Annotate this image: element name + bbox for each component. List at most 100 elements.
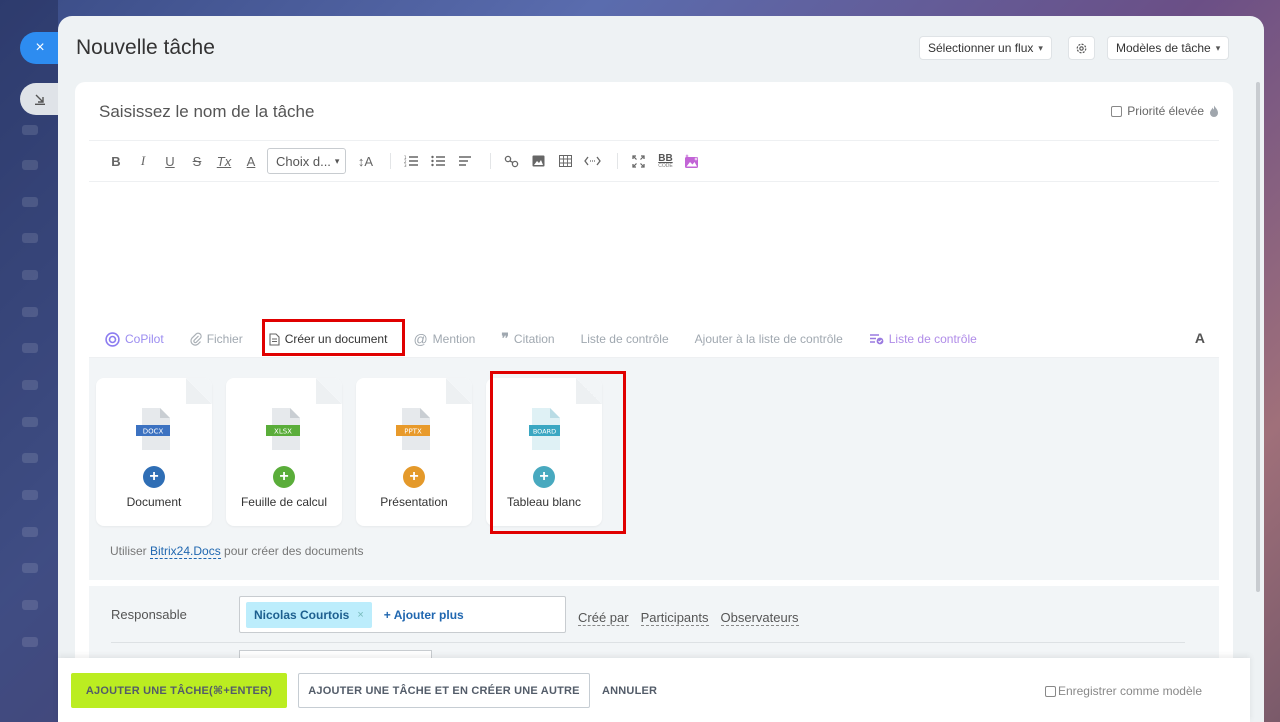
priority-toggle[interactable]: Priorité élevée <box>1111 104 1219 118</box>
ai-image-icon <box>685 153 699 168</box>
font-select[interactable]: Choix d... ▾ <box>267 148 347 174</box>
insert-link-button[interactable] <box>500 148 522 174</box>
fullscreen-button[interactable] <box>627 148 649 174</box>
tab-checklist[interactable]: Liste de contrôle <box>581 332 669 346</box>
checklist-icon <box>869 334 884 345</box>
expand-icon <box>632 154 645 168</box>
observers-link[interactable]: Observateurs <box>720 610 799 626</box>
font-size-button[interactable]: ↕A <box>354 148 376 174</box>
add-more-button[interactable]: + Ajouter plus <box>384 608 464 622</box>
background-icon <box>22 343 38 353</box>
tab-file-label: Fichier <box>206 332 243 346</box>
divider <box>89 140 1219 141</box>
background-icon <box>22 197 38 207</box>
insert-table-button[interactable] <box>554 148 576 174</box>
font-select-value: Choix d... <box>276 153 331 169</box>
minimize-slider-button[interactable] <box>20 83 60 115</box>
bitrix-docs-link[interactable]: Bitrix24.Docs <box>150 544 221 559</box>
bbcode-sublabel: CODE <box>658 162 673 169</box>
background-icon <box>22 527 38 537</box>
chevron-down-icon: ▾ <box>1215 42 1221 53</box>
paperclip-icon <box>190 332 202 346</box>
tab-quote[interactable]: ❞ Citation <box>501 331 554 348</box>
task-name-input[interactable] <box>99 102 999 122</box>
attachment-tabs: CoPilot Fichier Créer un document @ Ment… <box>105 326 1003 352</box>
priority-checkbox[interactable] <box>1111 105 1123 117</box>
scrollbar[interactable] <box>1256 82 1260 592</box>
presentation-label: Présentation <box>380 495 448 509</box>
tab-copilot[interactable]: CoPilot <box>105 331 164 347</box>
close-slider-button[interactable]: × <box>20 32 60 64</box>
text-color-button[interactable]: A <box>240 148 262 174</box>
document-label: Document <box>126 495 182 509</box>
plus-icon: + <box>273 466 295 488</box>
priority-label: Priorité élevée <box>1127 104 1204 118</box>
bbcode-button[interactable]: BB CODE <box>654 148 676 174</box>
responsible-selector[interactable]: Nicolas Courtois × + Ajouter plus <box>239 596 566 633</box>
background-icon <box>22 307 38 317</box>
highlight-create-document-tab <box>262 319 405 356</box>
participants-link[interactable]: Participants <box>640 610 709 626</box>
save-template-checkbox[interactable] <box>1044 685 1056 697</box>
align-button[interactable] <box>454 148 476 174</box>
clear-format-label: Tx <box>216 153 232 169</box>
responsible-chip[interactable]: Nicolas Courtois × <box>246 601 372 628</box>
underline-button[interactable]: U <box>159 148 181 174</box>
add-task-button[interactable]: AJOUTER UNE TÂCHE(⌘+ENTER) <box>71 673 287 708</box>
svg-text:3: 3 <box>404 163 407 167</box>
image-icon <box>532 155 545 167</box>
cancel-button[interactable]: ANNULER <box>602 685 657 697</box>
background-icon <box>22 600 38 610</box>
spreadsheet-label: Feuille de calcul <box>240 495 328 509</box>
save-as-template[interactable]: Enregistrer comme modèle <box>1044 684 1202 698</box>
tab-mention[interactable]: @ Mention <box>413 331 475 347</box>
xlsx-file-icon: XLSX <box>266 408 300 450</box>
docx-badge: DOCX <box>143 428 164 436</box>
background-icon <box>22 233 38 243</box>
tab-add-to-checklist[interactable]: Ajouter à la liste de contrôle <box>695 332 843 346</box>
remove-person-icon[interactable]: × <box>357 609 363 621</box>
ai-image-button[interactable] <box>681 148 703 174</box>
create-presentation-card[interactable]: PPTX + Présentation <box>356 378 472 526</box>
insert-code-button[interactable] <box>581 148 603 174</box>
background-icon <box>22 417 38 427</box>
bold-button[interactable]: B <box>105 148 127 174</box>
gear-icon <box>1076 43 1087 53</box>
clear-format-button[interactable]: Tx <box>213 148 235 174</box>
tab-checklist-ai[interactable]: Liste de contrôle <box>869 332 977 346</box>
create-document-panel: DOCX + Document XLSX + Feuille de calcul <box>89 358 1219 580</box>
background-icon <box>22 637 38 647</box>
create-document-card[interactable]: DOCX + Document <box>96 378 212 526</box>
responsible-label: Responsable <box>111 607 187 622</box>
tab-file[interactable]: Fichier <box>190 332 243 346</box>
xlsx-badge: XLSX <box>274 428 292 436</box>
at-icon: @ <box>413 331 428 347</box>
editor-toolbar: B I U S Tx A Choix d... ▾ ↕A 1 2 3 BB CO… <box>105 148 708 174</box>
quote-icon: ❞ <box>501 331 509 347</box>
background-icon <box>22 563 38 573</box>
strikethrough-button[interactable]: S <box>186 148 208 174</box>
plus-icon: + <box>403 466 425 488</box>
plus-icon: + <box>143 466 165 488</box>
numbered-list-button[interactable]: 1 2 3 <box>400 148 422 174</box>
tab-add-to-checklist-label: Ajouter à la liste de contrôle <box>694 332 843 346</box>
italic-button[interactable]: I <box>132 148 154 174</box>
create-spreadsheet-card[interactable]: XLSX + Feuille de calcul <box>226 378 342 526</box>
bbcode-label: BB <box>658 152 673 164</box>
tab-mention-label: Mention <box>432 332 476 346</box>
task-templates-button[interactable]: Modèles de tâche ▾ <box>1107 36 1230 60</box>
add-and-create-another-button[interactable]: AJOUTER UNE TÂCHE ET EN CRÉER UNE AUTRE <box>298 673 590 708</box>
page-title: Nouvelle tâche <box>76 36 215 59</box>
settings-button[interactable] <box>1068 36 1095 60</box>
insert-image-button[interactable] <box>527 148 549 174</box>
task-slider-panel: Nouvelle tâche Sélectionner un flux ▾ Mo… <box>58 16 1264 722</box>
text-format-button[interactable]: A <box>1195 330 1205 346</box>
select-flow-button[interactable]: Sélectionner un flux ▾ <box>919 36 1052 60</box>
link-icon <box>504 155 519 167</box>
bullet-list-button[interactable] <box>427 148 449 174</box>
docs-note: Utiliser Bitrix24.Docs pour créer des do… <box>110 544 363 559</box>
chevron-down-icon: ▾ <box>334 155 340 166</box>
code-icon <box>584 156 601 166</box>
created-by-link[interactable]: Créé par <box>578 610 629 626</box>
background-icon <box>22 125 38 135</box>
